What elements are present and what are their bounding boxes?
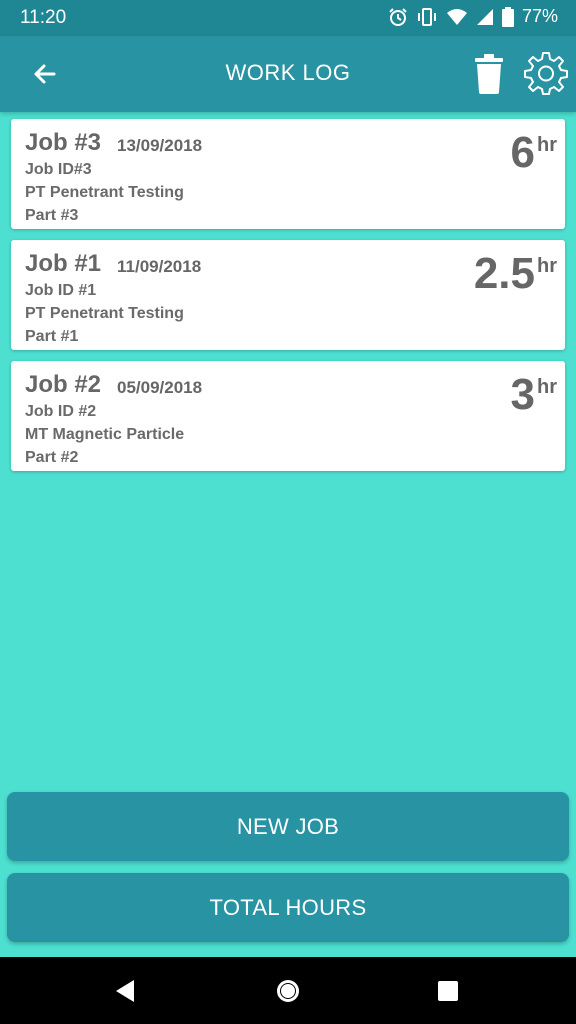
job-method: PT Penetrant Testing (25, 305, 184, 322)
app-bar: WORK LOG (0, 36, 576, 112)
job-part: Part #2 (25, 449, 79, 466)
job-id: Job ID #1 (25, 282, 97, 299)
job-hours: 2.5 hr (474, 252, 557, 296)
job-hours: 6 hr (511, 131, 557, 175)
job-date: 13/09/2018 (117, 136, 203, 155)
hours-unit: hr (537, 134, 557, 156)
signal-icon (476, 8, 493, 25)
hours-value: 6 (510, 128, 535, 177)
job-id: Job ID #2 (25, 403, 97, 420)
vibrate-icon (417, 7, 436, 26)
job-card-3[interactable]: Job #3 13/09/2018 Job ID#3 PT Penetrant … (11, 119, 565, 229)
job-date: 11/09/2018 (117, 257, 202, 276)
battery-icon (501, 6, 514, 27)
job-title: Job #3 (25, 129, 102, 156)
status-time: 11:20 (20, 7, 67, 28)
job-card-2[interactable]: Job #2 05/09/2018 Job ID #2 MT Magnetic … (11, 361, 565, 471)
status-bar: 11:20 77% (0, 0, 576, 36)
nav-home-icon[interactable] (274, 977, 302, 1005)
nav-recents-icon[interactable] (434, 977, 462, 1005)
trash-icon[interactable] (474, 54, 504, 94)
job-id: Job ID#3 (25, 161, 92, 178)
job-method: MT Magnetic Particle (25, 426, 185, 443)
hours-unit: hr (537, 376, 557, 398)
hours-value: 2.5 (473, 249, 535, 298)
job-title: Job #2 (25, 371, 102, 398)
job-date: 05/09/2018 (117, 378, 203, 397)
nav-back-icon[interactable] (112, 977, 140, 1005)
hours-unit: hr (537, 255, 557, 277)
job-part: Part #3 (25, 207, 79, 224)
wifi-icon (446, 8, 467, 25)
job-title: Job #1 (25, 250, 102, 277)
alarm-icon (389, 7, 407, 26)
new-job-button[interactable]: NEW JOB (7, 792, 569, 861)
hours-value: 3 (510, 370, 535, 419)
job-method: PT Penetrant Testing (25, 184, 184, 201)
job-hours: 3 hr (511, 373, 557, 417)
total-hours-button[interactable]: TOTAL HOURS (7, 873, 569, 942)
gear-icon[interactable] (523, 50, 569, 96)
battery-percentage: 77% (521, 6, 558, 26)
system-nav-bar (0, 957, 576, 1024)
status-icons: 77% (388, 6, 558, 27)
job-card-1[interactable]: Job #1 11/09/2018 Job ID #1 PT Penetrant… (11, 240, 565, 350)
job-part: Part #1 (25, 328, 79, 345)
